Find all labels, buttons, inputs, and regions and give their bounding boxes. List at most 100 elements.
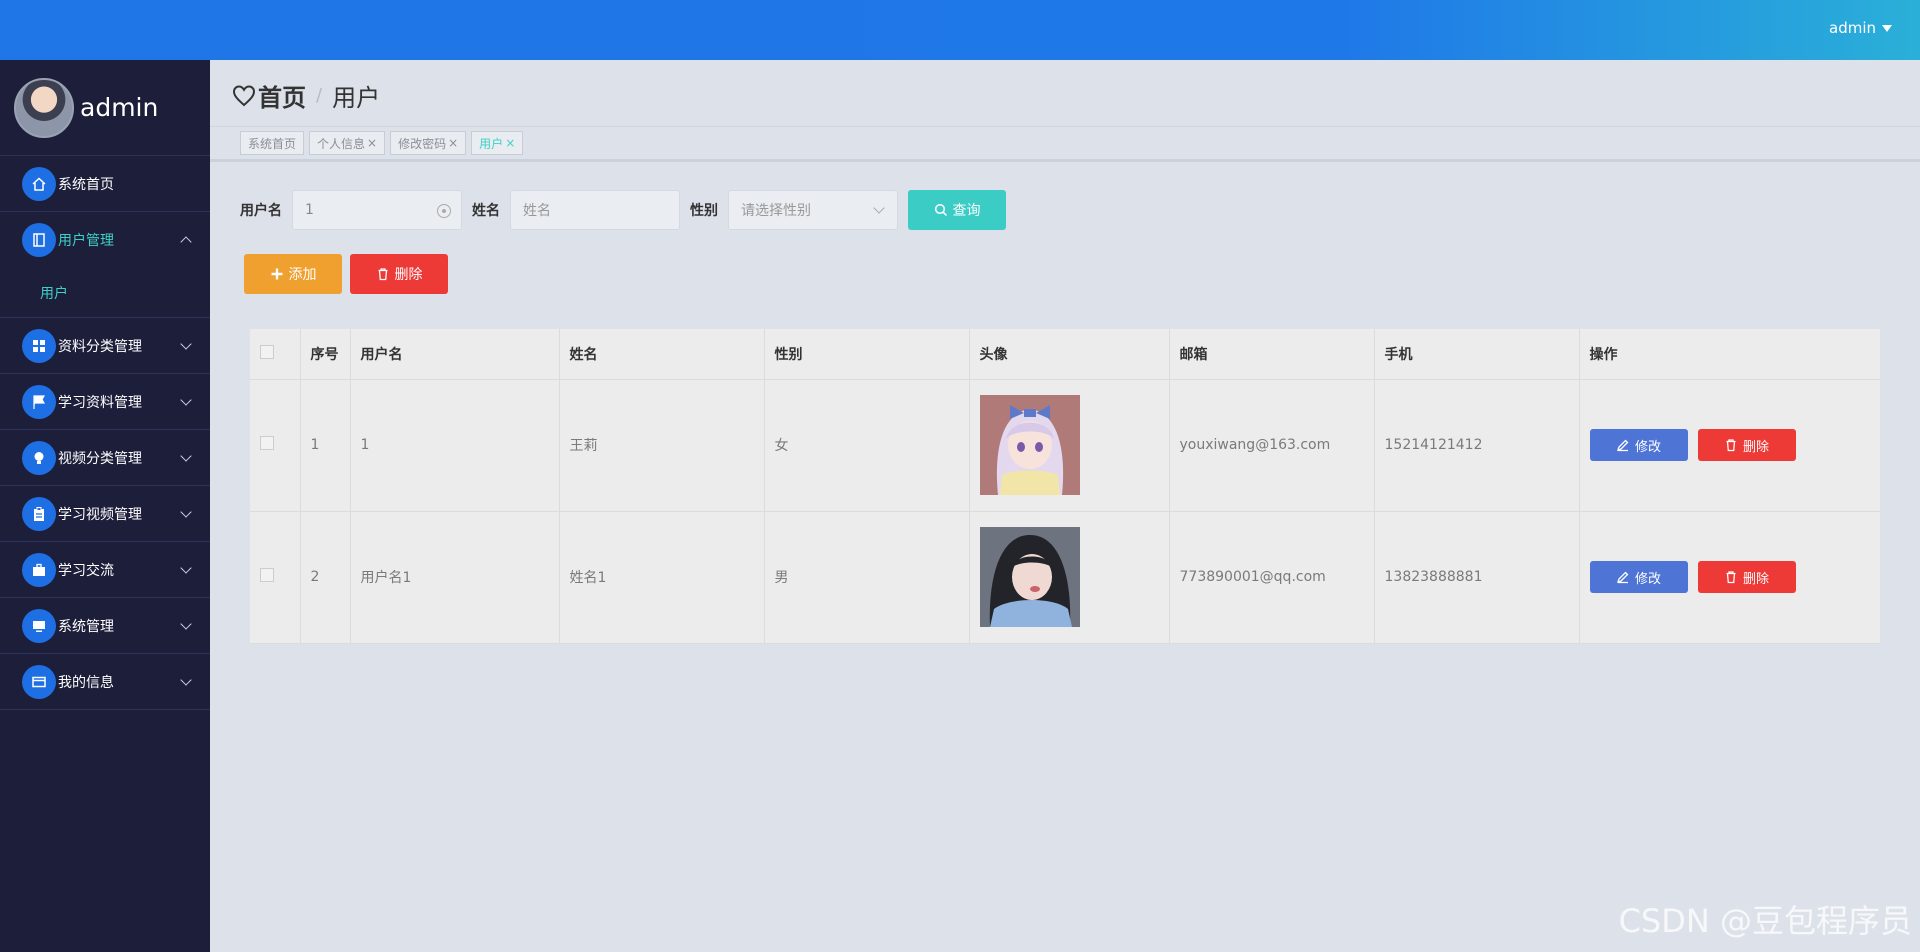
sidebar-item-label: 系统首页 <box>58 176 114 193</box>
batch-delete-button[interactable]: 删除 <box>350 254 448 294</box>
edit-icon <box>1616 571 1629 584</box>
trash-icon <box>1726 439 1736 452</box>
monitor-icon <box>22 608 56 643</box>
query-label: 查询 <box>952 203 981 219</box>
sidebar-item-my-info[interactable]: 我的信息 <box>0 654 210 710</box>
column-header: 序号 <box>300 329 351 380</box>
close-icon[interactable]: × <box>505 136 515 150</box>
breadcrumb-separator: / <box>316 85 323 106</box>
breadcrumb-home[interactable]: 首页 <box>258 78 306 113</box>
name-cell: 王莉 <box>559 379 765 512</box>
delete-label: 删除 <box>1742 439 1769 455</box>
chevron-down-icon <box>180 450 192 462</box>
edit-button[interactable]: 修改 <box>1589 561 1688 593</box>
user-avatar-image <box>979 527 1080 627</box>
book-icon <box>22 223 56 257</box>
chevron-down-icon <box>180 674 192 686</box>
profile-name: admin <box>80 93 159 122</box>
breadcrumb-current: 用户 <box>332 84 381 112</box>
select-all-checkbox[interactable] <box>260 344 274 359</box>
grid-icon <box>22 328 56 363</box>
tab-users[interactable]: 用户 × <box>471 131 524 155</box>
user-avatar-image <box>979 395 1080 495</box>
heart-icon <box>232 84 256 106</box>
sidebar-item-label: 视频分类管理 <box>58 450 142 467</box>
column-header: 姓名 <box>559 329 765 380</box>
phone-cell: 15214121412 <box>1374 379 1580 512</box>
table-row: 2 用户名1 姓名1 男 773890001@qq.com 1382388888… <box>250 511 1880 644</box>
name-placeholder: 姓名 <box>523 203 551 219</box>
sidebar-item-label: 用户管理 <box>58 233 114 249</box>
query-button[interactable]: 查询 <box>908 190 1006 230</box>
sidebar-profile: admin <box>0 60 210 156</box>
sidebar-item-study-material[interactable]: 学习资料管理 <box>0 374 210 430</box>
username-label: 用户名 <box>240 203 282 219</box>
chevron-down-icon <box>873 202 885 214</box>
close-icon[interactable]: × <box>448 136 458 150</box>
sidebar-item-label: 资料分类管理 <box>58 338 142 355</box>
edit-icon <box>1616 439 1629 452</box>
select-all-cell <box>250 329 301 380</box>
index-cell: 2 <box>300 511 351 644</box>
column-header: 邮箱 <box>1169 329 1375 380</box>
sidebar-item-exchange[interactable]: 学习交流 <box>0 542 210 598</box>
column-header: 手机 <box>1374 329 1580 380</box>
sidebar-item-study-video[interactable]: 学习视频管理 <box>0 486 210 542</box>
row-checkbox[interactable] <box>260 436 274 450</box>
sidebar: admin 系统首页 用户管理 用户 资料分类管理 学习资料管理 视频分类管理 … <box>0 60 210 952</box>
tab-home[interactable]: 系统首页 <box>240 131 305 155</box>
tab-label: 个人信息 <box>317 136 366 151</box>
breadcrumb: 首页 / 用户 <box>232 78 380 113</box>
add-button[interactable]: 添加 <box>244 254 342 294</box>
sidebar-item-home[interactable]: 系统首页 <box>0 156 210 212</box>
tab-label: 系统首页 <box>248 136 297 151</box>
trash-icon <box>378 268 387 281</box>
column-header: 操作 <box>1579 329 1880 380</box>
gender-select[interactable]: 请选择性别 <box>728 190 898 230</box>
delete-label: 删除 <box>1742 571 1769 587</box>
top-header: admin <box>0 0 1920 60</box>
sidebar-item-user-management[interactable]: 用户管理 <box>0 212 210 268</box>
index-cell: 1 <box>300 379 351 512</box>
email-cell: youxiwang@163.com <box>1169 379 1375 512</box>
user-table: 序号 用户名 姓名 性别 头像 邮箱 手机 操作 1 1 王莉 女 youxiw… <box>250 329 1880 644</box>
sidebar-item-label: 用户 <box>40 285 68 302</box>
tab-bar: 系统首页 个人信息 × 修改密码 × 用户 × <box>210 126 1920 162</box>
actions-cell: 修改 删除 <box>1579 379 1880 512</box>
main-content: 首页 / 用户 系统首页 个人信息 × 修改密码 × 用户 × 用户名 1 姓名 姓名… <box>210 60 1920 952</box>
briefcase-icon <box>22 552 56 587</box>
avatar-cell <box>969 511 1170 644</box>
delete-button[interactable]: 删除 <box>1697 429 1796 461</box>
username-cell: 用户名1 <box>350 511 560 644</box>
user-menu[interactable]: admin <box>1829 19 1892 37</box>
actions-cell: 修改 删除 <box>1579 511 1880 644</box>
name-input[interactable]: 姓名 <box>510 190 680 230</box>
tab-password[interactable]: 修改密码 × <box>390 131 467 155</box>
chevron-down-icon <box>180 618 192 630</box>
add-label: 添加 <box>288 267 317 283</box>
close-icon[interactable]: × <box>367 136 377 150</box>
sidebar-item-video-category[interactable]: 视频分类管理 <box>0 430 210 486</box>
row-checkbox[interactable] <box>260 568 274 582</box>
sidebar-item-label: 系统管理 <box>58 618 114 635</box>
email-cell: 773890001@qq.com <box>1169 511 1375 644</box>
phone-cell: 13823888881 <box>1374 511 1580 644</box>
sidebar-item-material-category[interactable]: 资料分类管理 <box>0 318 210 374</box>
delete-label: 删除 <box>394 267 423 283</box>
username-input[interactable]: 1 <box>292 190 462 230</box>
caret-down-icon <box>1882 25 1892 32</box>
delete-button[interactable]: 删除 <box>1697 561 1796 593</box>
table-header-row: 序号 用户名 姓名 性别 头像 邮箱 手机 操作 <box>250 329 1880 380</box>
username-cell: 1 <box>350 379 560 512</box>
home-icon <box>22 166 56 201</box>
chevron-down-icon <box>180 338 192 350</box>
column-header: 用户名 <box>350 329 560 380</box>
clear-icon[interactable] <box>437 204 451 218</box>
bulb-icon <box>22 440 56 475</box>
tab-label: 用户 <box>479 136 504 151</box>
tab-profile[interactable]: 个人信息 × <box>309 131 386 155</box>
user-name: admin <box>1829 19 1876 37</box>
edit-button[interactable]: 修改 <box>1589 429 1688 461</box>
sidebar-item-system[interactable]: 系统管理 <box>0 598 210 654</box>
sidebar-subitem-users[interactable]: 用户 <box>0 268 210 318</box>
